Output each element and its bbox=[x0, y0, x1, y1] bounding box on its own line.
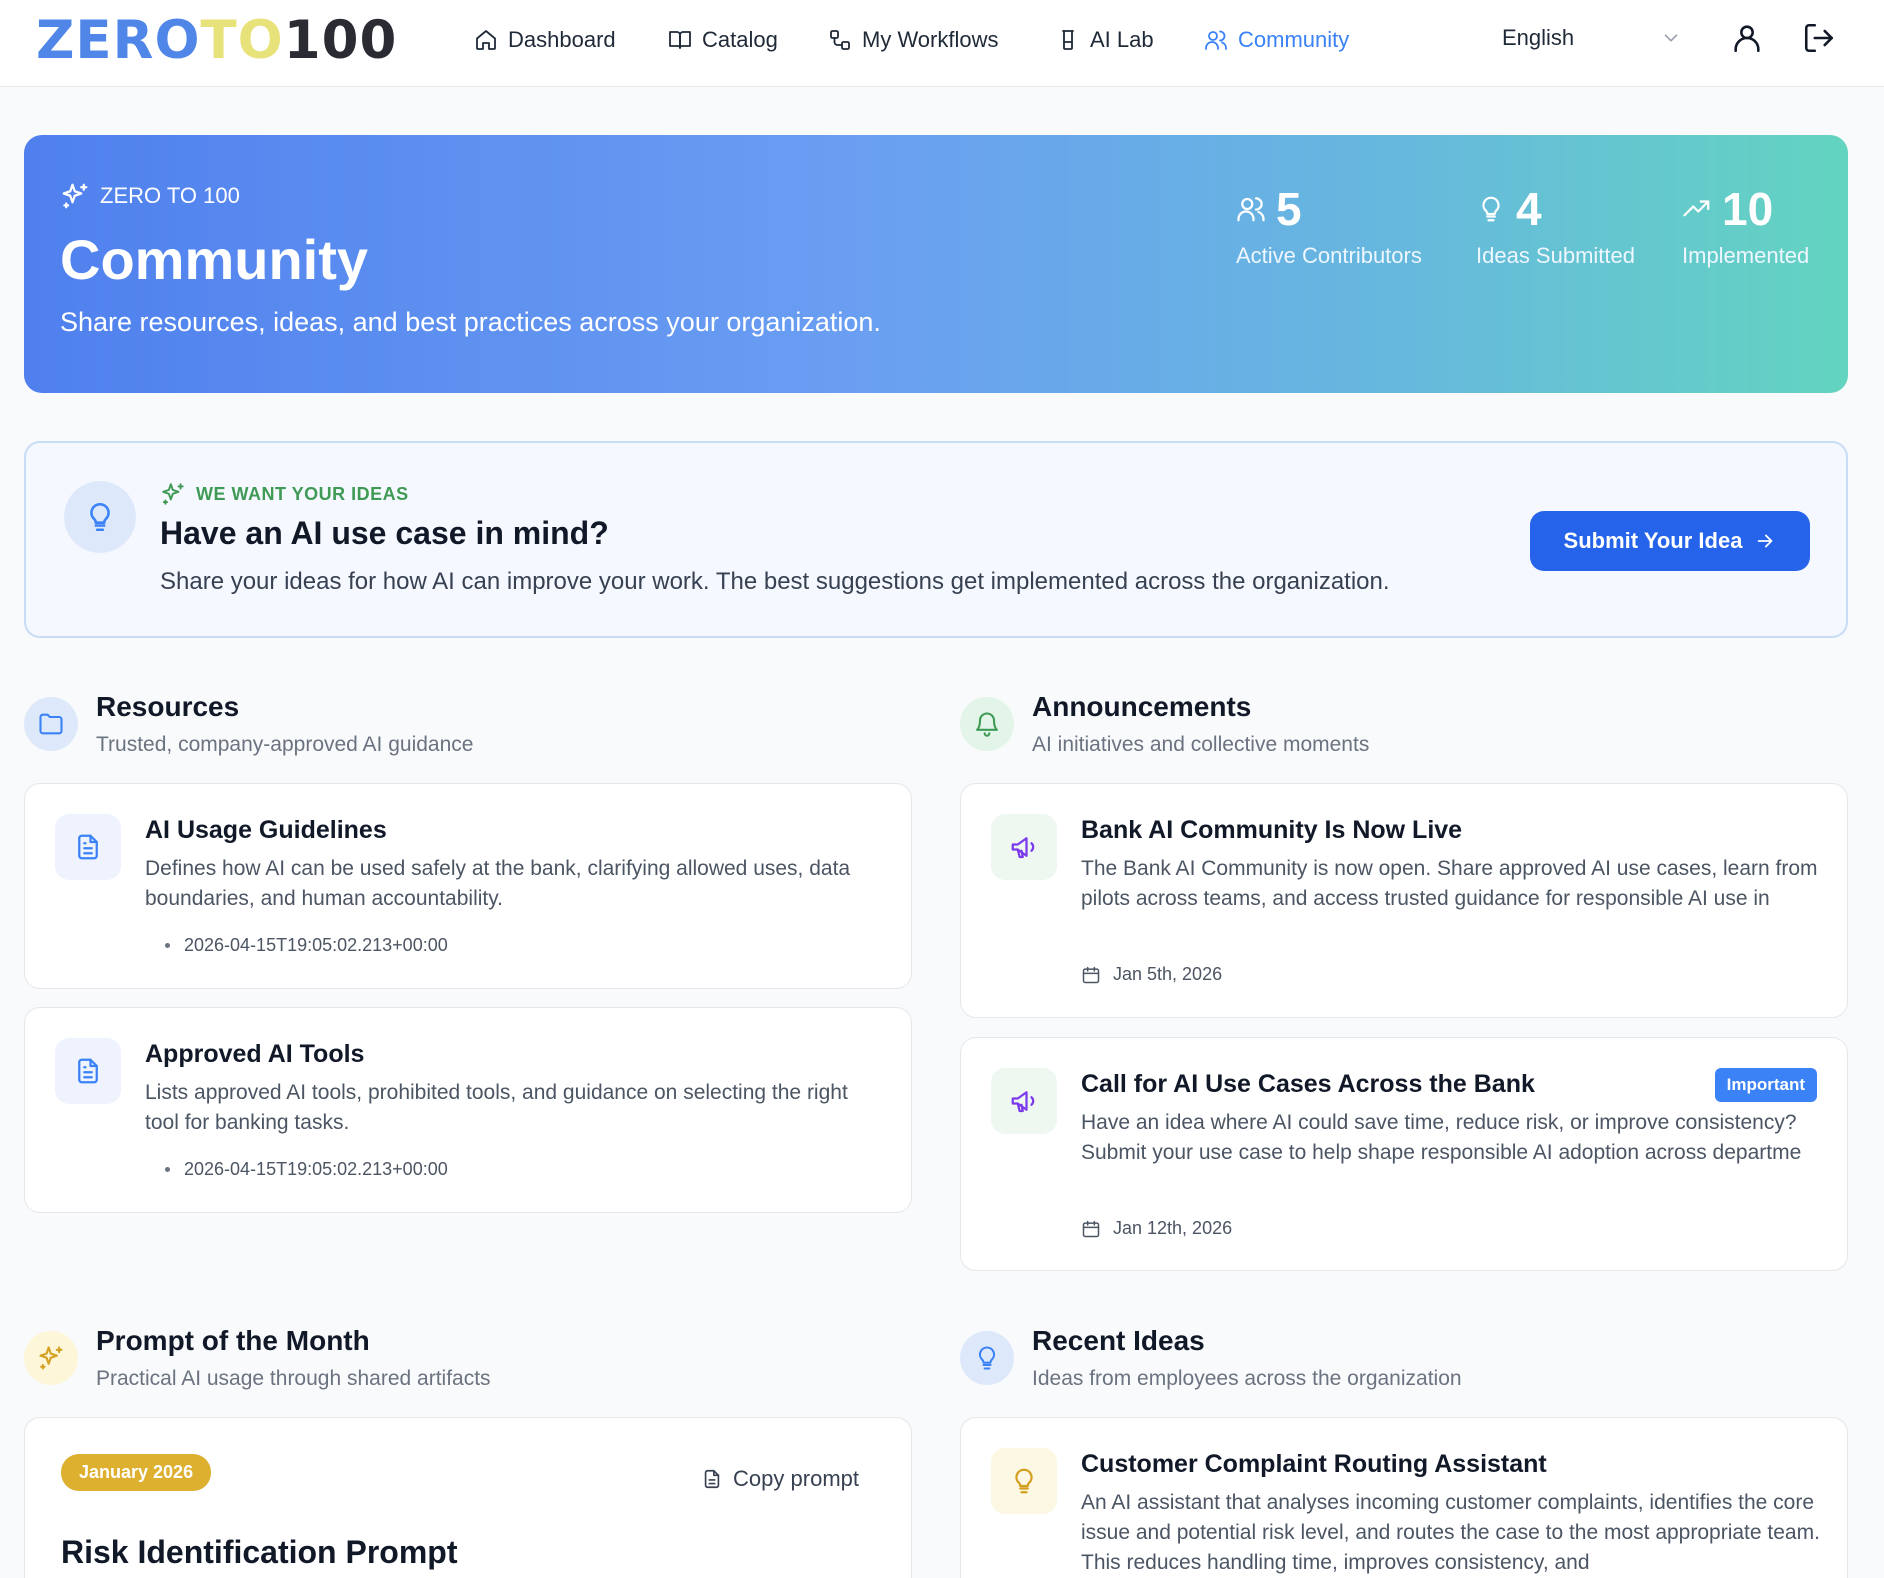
announcement-title: Bank AI Community Is Now Live bbox=[1081, 816, 1463, 844]
document-icon bbox=[55, 814, 121, 880]
calendar-icon bbox=[1081, 1219, 1101, 1239]
trending-up-icon bbox=[1682, 194, 1712, 224]
prompt-card: January 2026 Copy prompt Risk Identifica… bbox=[24, 1417, 912, 1578]
section-subtitle: Trusted, company-approved AI guidance bbox=[96, 733, 474, 756]
important-badge: Important bbox=[1714, 1068, 1817, 1102]
stat-label: Implemented bbox=[1682, 243, 1810, 268]
nav-community[interactable]: Community bbox=[1204, 0, 1349, 80]
resource-meta: 2026-04-15T19:05:02.213+00:00 bbox=[165, 935, 448, 956]
button-label: Submit Your Idea bbox=[1563, 528, 1743, 553]
announcement-date: Jan 5th, 2026 bbox=[1081, 964, 1222, 985]
lightbulb-icon bbox=[991, 1448, 1057, 1514]
user-profile-icon[interactable] bbox=[1730, 21, 1764, 55]
home-icon bbox=[474, 28, 498, 52]
resource-title: AI Usage Guidelines bbox=[145, 816, 387, 844]
stat-value: 4 bbox=[1516, 183, 1542, 235]
megaphone-icon bbox=[991, 814, 1057, 880]
nav-dashboard[interactable]: Dashboard bbox=[474, 0, 616, 80]
nav-label: Catalog bbox=[702, 27, 778, 52]
nav-label: My Workflows bbox=[862, 27, 999, 52]
calendar-icon bbox=[1081, 965, 1101, 985]
section-title: Announcements bbox=[1032, 691, 1252, 722]
page-subtitle: Share resources, ideas, and best practic… bbox=[60, 307, 881, 337]
nav-ai-lab[interactable]: AI Lab bbox=[1056, 0, 1154, 80]
section-subtitle: Practical AI usage through shared artifa… bbox=[96, 1367, 491, 1390]
idea-card[interactable]: Customer Complaint Routing Assistant An … bbox=[960, 1417, 1848, 1578]
page-title: Community bbox=[60, 228, 368, 291]
nav-label: Community bbox=[1238, 27, 1350, 52]
stat-label: Ideas Submitted bbox=[1476, 243, 1635, 268]
brand-logo[interactable]: ZEROTO100 bbox=[36, 10, 397, 72]
ideas-title: Have an AI use case in mind? bbox=[160, 515, 609, 551]
stat-value: 5 bbox=[1276, 183, 1302, 235]
sparkles-icon bbox=[160, 481, 186, 507]
announcement-title: Call for AI Use Cases Across the Bank bbox=[1081, 1070, 1535, 1098]
prompt-title: Risk Identification Prompt bbox=[61, 1534, 458, 1570]
lightbulb-icon bbox=[64, 481, 136, 553]
idea-description: An AI assistant that analyses incoming c… bbox=[1081, 1491, 1820, 1574]
stat-value: 10 bbox=[1722, 183, 1774, 235]
community-hero-banner: ZERO TO 100 Community Share resources, i… bbox=[24, 135, 1848, 393]
book-icon bbox=[668, 28, 692, 52]
stat-label: Active Contributors bbox=[1236, 243, 1422, 268]
resource-meta: 2026-04-15T19:05:02.213+00:00 bbox=[165, 1159, 448, 1180]
section-subtitle: Ideas from employees across the organiza… bbox=[1032, 1367, 1462, 1390]
bullet-dot bbox=[165, 1167, 170, 1172]
section-title: Resources bbox=[96, 691, 240, 722]
workflow-icon bbox=[828, 28, 852, 52]
resource-description: Defines how AI can be used safely at the… bbox=[145, 857, 851, 910]
nav-label: Dashboard bbox=[508, 27, 616, 52]
lightbulb-icon bbox=[1476, 194, 1506, 224]
top-navigation-bar: ZEROTO100 Dashboard Catalog My Workflows… bbox=[0, 0, 1884, 87]
section-subtitle: AI initiatives and collective moments bbox=[1032, 733, 1370, 756]
announcement-card[interactable]: Bank AI Community Is Now Live The Bank A… bbox=[960, 783, 1848, 1018]
flask-icon bbox=[1056, 28, 1080, 52]
ideas-description: Share your ideas for how AI can improve … bbox=[160, 568, 1390, 595]
lightbulb-icon bbox=[960, 1331, 1014, 1385]
month-badge: January 2026 bbox=[61, 1454, 212, 1491]
section-title: Recent Ideas bbox=[1032, 1325, 1205, 1356]
nav-label: AI Lab bbox=[1090, 27, 1154, 52]
language-value: English bbox=[1502, 25, 1575, 50]
stat-active-contributors: 5 Active Contributors bbox=[1236, 183, 1422, 269]
sparkles-icon bbox=[60, 181, 90, 211]
document-icon bbox=[55, 1038, 121, 1104]
resource-description: Lists approved AI tools, prohibited tool… bbox=[145, 1081, 848, 1134]
submit-idea-button[interactable]: Submit Your Idea bbox=[1530, 511, 1810, 571]
idea-title: Customer Complaint Routing Assistant bbox=[1081, 1450, 1547, 1478]
resource-card[interactable]: Approved AI Tools Lists approved AI tool… bbox=[24, 1007, 912, 1213]
hero-kicker: ZERO TO 100 bbox=[60, 181, 240, 211]
bullet-dot bbox=[165, 943, 170, 948]
section-title: Prompt of the Month bbox=[96, 1325, 370, 1356]
resource-title: Approved AI Tools bbox=[145, 1040, 365, 1068]
folder-icon bbox=[24, 697, 78, 751]
users-icon bbox=[1204, 28, 1228, 52]
stat-implemented: 10 Implemented bbox=[1682, 183, 1809, 269]
stat-ideas-submitted: 4 Ideas Submitted bbox=[1476, 183, 1635, 269]
submit-idea-banner: WE WANT YOUR IDEAS Have an AI use case i… bbox=[24, 441, 1848, 638]
nav-catalog[interactable]: Catalog bbox=[668, 0, 778, 80]
chevron-down-icon bbox=[1660, 27, 1682, 49]
nav-my-workflows[interactable]: My Workflows bbox=[828, 0, 999, 80]
bell-icon bbox=[960, 697, 1014, 751]
language-select[interactable]: English bbox=[1502, 0, 1682, 76]
ideas-kicker: WE WANT YOUR IDEAS bbox=[160, 481, 409, 507]
file-text-icon bbox=[701, 1468, 723, 1490]
announcement-card[interactable]: Call for AI Use Cases Across the Bank Im… bbox=[960, 1037, 1848, 1271]
resource-card[interactable]: AI Usage Guidelines Defines how AI can b… bbox=[24, 783, 912, 989]
announcement-text: Have an idea where AI could save time, r… bbox=[1081, 1111, 1802, 1164]
announcement-date: Jan 12th, 2026 bbox=[1081, 1218, 1232, 1239]
copy-prompt-button[interactable]: Copy prompt bbox=[701, 1466, 859, 1492]
users-icon bbox=[1236, 194, 1266, 224]
logout-icon[interactable] bbox=[1802, 21, 1836, 55]
megaphone-icon bbox=[991, 1068, 1057, 1134]
announcement-text: The Bank AI Community is now open. Share… bbox=[1081, 857, 1818, 910]
sparkles-icon bbox=[24, 1331, 78, 1385]
arrow-right-icon bbox=[1754, 530, 1776, 552]
